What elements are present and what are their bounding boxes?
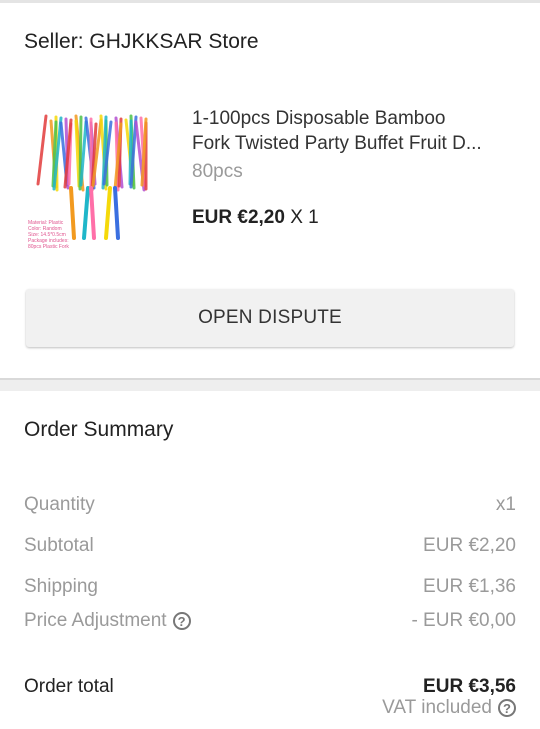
subtotal-label: Subtotal bbox=[24, 535, 94, 556]
order-summary-title: Order Summary bbox=[24, 418, 174, 441]
price-adjustment-label: Price Adjustment bbox=[24, 610, 167, 631]
summary-row-price-adjustment: Price Adjustment ? - EUR €0,00 bbox=[24, 610, 516, 632]
help-circle-icon[interactable]: ? bbox=[172, 612, 191, 630]
fork-single bbox=[69, 186, 76, 240]
product-price: EUR €2,20 bbox=[192, 207, 285, 228]
open-dispute-button[interactable]: OPEN DISPUTE bbox=[26, 289, 514, 347]
top-divider bbox=[0, 0, 540, 3]
order-detail-page: Seller: GHJKKSAR Store Material: Plastic… bbox=[0, 0, 540, 729]
quantity-label: Quantity bbox=[24, 494, 95, 515]
seller-name[interactable]: Seller: GHJKKSAR Store bbox=[24, 30, 259, 54]
product-title-line-2: Fork Twisted Party Buffet Fruit D... bbox=[192, 133, 482, 154]
product-price-row: EUR €2,20 X 1 bbox=[192, 207, 319, 229]
price-adjustment-value: - EUR €0,00 bbox=[411, 610, 516, 631]
fork-stick bbox=[36, 114, 48, 186]
fork-single bbox=[89, 186, 96, 240]
image-caption-5: 80pcs Plastic Fork bbox=[28, 244, 69, 250]
section-divider bbox=[0, 378, 540, 391]
order-total-value: EUR €3,56 bbox=[423, 676, 516, 697]
subtotal-value: EUR €2,20 bbox=[423, 535, 516, 556]
product-title-line-1: 1-100pcs Disposable Bamboo bbox=[192, 108, 446, 129]
product-quantity: X 1 bbox=[290, 207, 319, 228]
vat-note: VAT included ? bbox=[382, 697, 516, 719]
order-total-row: Order total EUR €3,56 bbox=[24, 676, 516, 698]
price-adjustment-label-group: Price Adjustment ? bbox=[24, 610, 191, 632]
fork-single bbox=[113, 186, 120, 240]
product-image[interactable]: Material: Plastic Color: Random Size: 14… bbox=[26, 106, 156, 254]
vat-note-text: VAT included bbox=[382, 697, 492, 718]
forks-illustration: Material: Plastic Color: Random Size: 14… bbox=[28, 114, 148, 250]
fork-single bbox=[104, 186, 112, 240]
product-title[interactable]: 1-100pcs Disposable Bamboo Fork Twisted … bbox=[192, 106, 516, 156]
fork-single bbox=[82, 186, 90, 240]
summary-row-subtotal: Subtotal EUR €2,20 bbox=[24, 535, 516, 557]
product-variant: 80pcs bbox=[192, 161, 243, 182]
summary-row-quantity: Quantity x1 bbox=[24, 494, 516, 516]
summary-row-shipping: Shipping EUR €1,36 bbox=[24, 576, 516, 598]
shipping-value: EUR €1,36 bbox=[423, 576, 516, 597]
order-total-label: Order total bbox=[24, 676, 114, 697]
help-circle-icon[interactable]: ? bbox=[498, 699, 516, 717]
shipping-label: Shipping bbox=[24, 576, 98, 597]
quantity-value: x1 bbox=[495, 494, 516, 515]
